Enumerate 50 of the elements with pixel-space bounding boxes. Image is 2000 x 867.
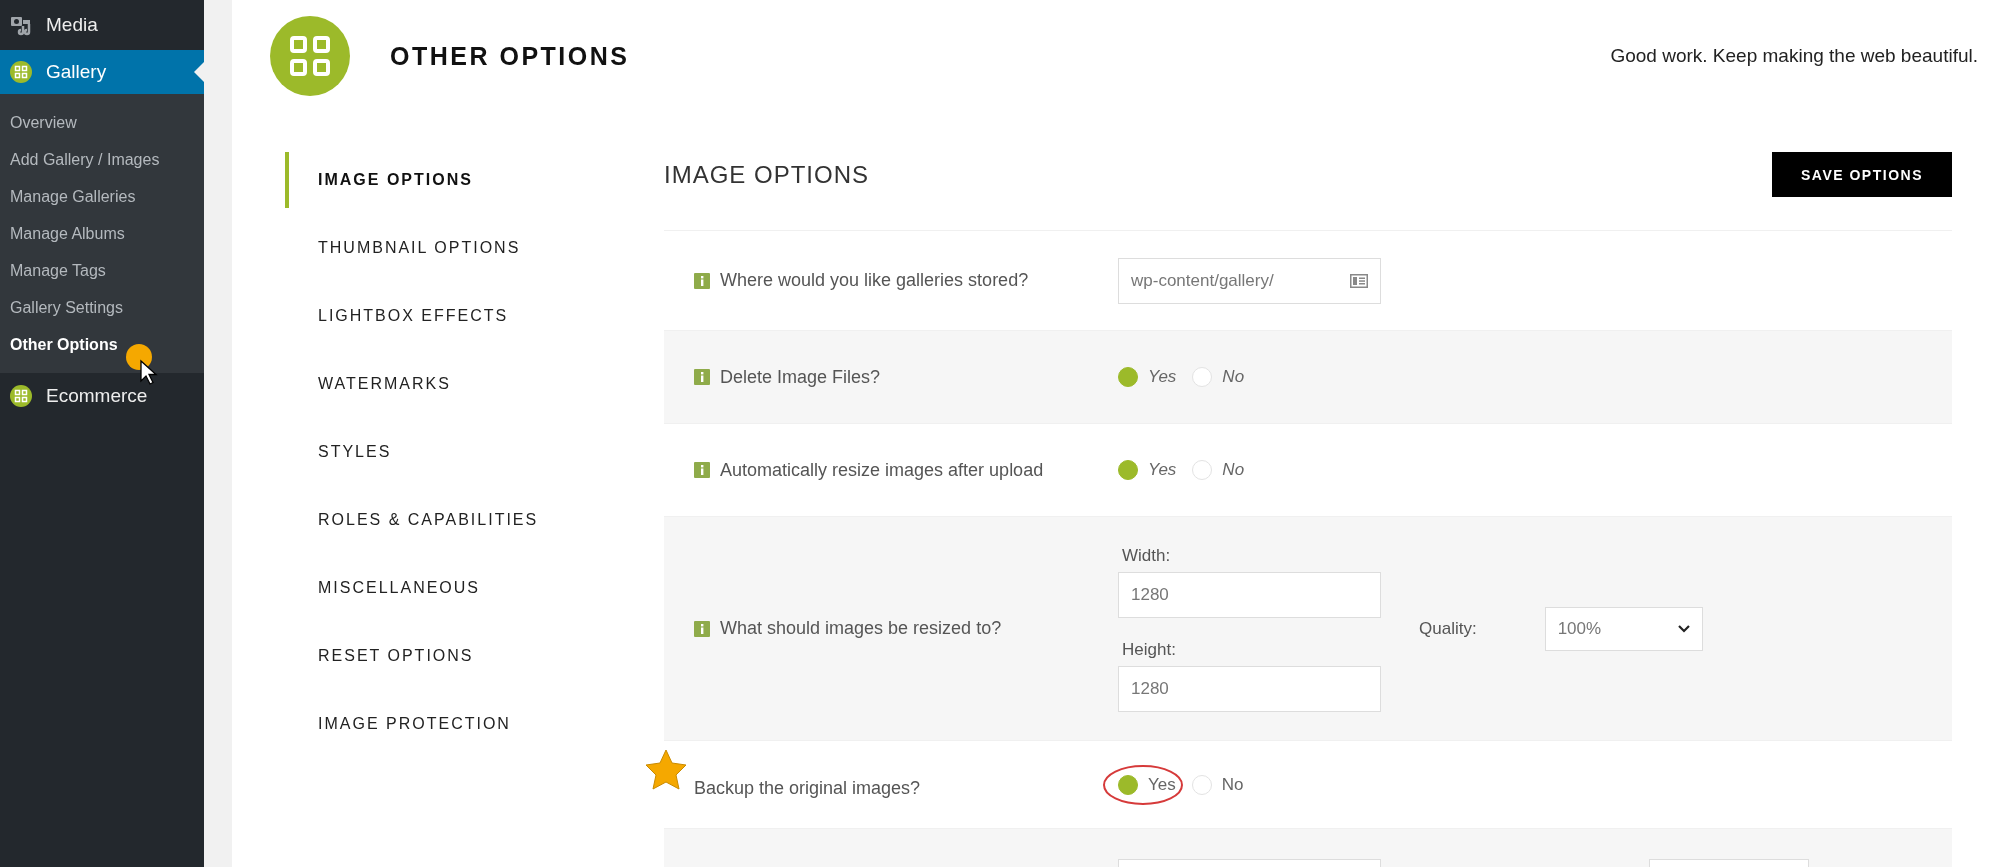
grid-icon (10, 384, 32, 407)
option-label: Delete Image Files? (720, 366, 881, 388)
media-icon (10, 14, 32, 36)
save-button[interactable]: SAVE OPTIONS (1772, 152, 1952, 197)
grid-icon (10, 61, 32, 83)
input-field[interactable]: 1280 (1118, 665, 1381, 712)
submenu-item[interactable]: Other Options (0, 326, 204, 363)
submenu-item[interactable]: Add Gallery / Images (0, 141, 204, 178)
submenu-item[interactable]: Manage Tags (0, 252, 204, 289)
field-label: Height: (1122, 639, 1177, 660)
tagline: Good work. Keep making the web beautiful. (1610, 45, 1978, 67)
contact-card-icon (1350, 273, 1368, 288)
sidebar-item[interactable]: Ecommerce (0, 373, 204, 418)
radio-button[interactable] (1118, 774, 1138, 795)
cursor-icon (124, 342, 160, 386)
quality-select[interactable]: 100% (1544, 606, 1703, 651)
nav-tab[interactable]: WATERMARKS (285, 356, 664, 412)
nav-tab[interactable]: RESET OPTIONS (285, 628, 664, 684)
nav-tab[interactable]: ROLES & CAPABILITIES (285, 492, 664, 548)
option-label: Where would you like galleries stored? (720, 270, 1029, 291)
radio-option[interactable]: No (1192, 367, 1245, 387)
field-label: Quality: (1419, 618, 1477, 639)
input-field[interactable]: 1280 (1118, 571, 1381, 618)
radio-button[interactable] (1118, 367, 1138, 387)
nav-tab[interactable]: MISCELLANEOUS (285, 560, 664, 616)
chevron-down-icon (1677, 624, 1690, 633)
nav-tab[interactable]: STYLES (285, 424, 664, 480)
submenu-item[interactable]: Overview (0, 104, 204, 141)
section-title: IMAGE OPTIONS (664, 160, 870, 189)
submenu-item[interactable]: Manage Albums (0, 215, 204, 252)
page-title: OTHER OPTIONS (390, 41, 630, 71)
sidebar-item[interactable]: Gallery (0, 50, 204, 94)
radio-option[interactable]: Yes (1118, 367, 1177, 387)
submenu-item[interactable]: Gallery Settings (0, 289, 204, 326)
submenu-item[interactable]: Manage Galleries (0, 178, 204, 215)
option-label: What should images be resized to? (720, 618, 1002, 639)
nav-tab[interactable]: LIGHTBOX EFFECTS (285, 288, 664, 344)
nav-tab[interactable]: IMAGE PROTECTION (285, 696, 664, 752)
radio-button[interactable] (1118, 460, 1138, 480)
option-label: Backup the original images? (694, 778, 921, 799)
logo-icon (270, 16, 350, 96)
radio-option[interactable]: No (1191, 774, 1244, 795)
nav-tab[interactable]: THUMBNAIL OPTIONS (285, 220, 664, 276)
sidebar-item[interactable]: Media (0, 0, 204, 50)
radio-option[interactable]: Yes (1118, 460, 1177, 480)
input-field[interactable]: wp-content/gallery/ (1118, 257, 1381, 304)
option-label: Automatically resize images after upload (720, 459, 1044, 481)
radio-option[interactable]: No (1192, 460, 1245, 480)
field-label: Width: (1122, 545, 1172, 566)
nav-tab[interactable]: IMAGE OPTIONS (285, 152, 664, 208)
